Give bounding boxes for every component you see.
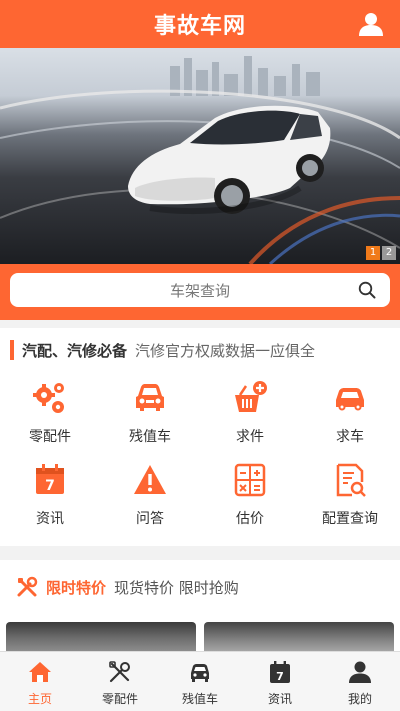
banner-image <box>0 56 400 264</box>
product-thumbnail[interactable] <box>204 622 394 651</box>
banner-carousel[interactable]: 1 2 <box>0 48 400 264</box>
car-front-icon <box>136 384 164 411</box>
feature-config-lookup[interactable]: 配置查询 <box>300 460 400 542</box>
product-thumbnail[interactable] <box>6 622 196 651</box>
user-icon <box>349 661 371 683</box>
app-title: 事故车网 <box>153 14 246 39</box>
calendar-icon: 7 <box>36 464 64 494</box>
car-icon <box>191 664 209 682</box>
calendar-icon: 7 <box>270 661 290 683</box>
tab-label: 资讯 <box>267 692 292 706</box>
tab-news[interactable]: 7 资讯 <box>240 652 320 711</box>
feature-news[interactable]: 7 资讯 <box>0 460 100 542</box>
banner-pager: 1 2 <box>366 246 396 260</box>
calculator-icon <box>234 463 266 497</box>
feature-label: 估价 <box>236 511 264 527</box>
document-search-icon <box>336 463 366 497</box>
tab-profile[interactable]: 我的 <box>320 652 400 711</box>
basket-plus-icon <box>235 381 267 412</box>
tab-label: 主页 <box>27 692 52 706</box>
feature-qa[interactable]: 问答 <box>100 460 200 542</box>
feature-section: 汽配、汽修必备 汽修官方权威数据一应俱全 零配件 残值车 求件 求车 7 资讯 … <box>0 328 400 546</box>
car-icon <box>336 388 364 411</box>
feature-request-car[interactable]: 求车 <box>300 378 400 460</box>
tools-icon <box>109 661 130 683</box>
vin-search-input[interactable]: 车架查询 <box>10 273 390 307</box>
feature-parts[interactable]: 零配件 <box>0 378 100 460</box>
search-icon[interactable] <box>358 281 376 299</box>
feature-label: 零配件 <box>29 429 71 445</box>
bottom-tab-bar: 主页 零配件 残值车 7 资讯 我的 <box>0 651 400 711</box>
feature-request-parts[interactable]: 求件 <box>200 378 300 460</box>
gears-icon <box>33 383 64 413</box>
flash-sale-heading: 限时特价 现货特价 限时抢购 <box>16 576 239 598</box>
app-screen: 事故车网 1 2 车架查询 汽配、汽修必备 汽修官方权威数据一应俱全 零配件 残… <box>0 0 400 711</box>
top-header: 事故车网 <box>0 0 400 48</box>
section-subtitle: 汽修官方权威数据一应俱全 <box>135 341 316 360</box>
search-placeholder: 车架查询 <box>169 281 230 300</box>
svg-text:7: 7 <box>276 670 284 683</box>
section-title: 汽配、汽修必备 <box>22 341 128 360</box>
tab-salvage-car[interactable]: 残值车 <box>160 652 240 711</box>
feature-label: 求件 <box>236 429 264 445</box>
tools-icon <box>17 576 38 597</box>
feature-label: 问答 <box>136 511 164 527</box>
pager-dot[interactable]: 2 <box>382 246 396 260</box>
pager-dot[interactable]: 1 <box>366 246 380 260</box>
search-bar-area: 车架查询 <box>0 264 400 320</box>
heading-accent-bar <box>10 340 14 360</box>
tab-label: 零配件 <box>101 692 138 706</box>
feature-salvage-car[interactable]: 残值车 <box>100 378 200 460</box>
tab-label: 我的 <box>347 692 372 706</box>
tab-home[interactable]: 主页 <box>0 652 80 711</box>
section-heading: 汽配、汽修必备 汽修官方权威数据一应俱全 <box>10 340 315 360</box>
feature-label: 求车 <box>336 429 364 445</box>
flash-sale-subtitle: 现货特价 限时抢购 <box>114 578 239 597</box>
feature-label: 配置查询 <box>322 511 378 527</box>
warning-icon <box>134 465 166 494</box>
flash-sale-title: 限时特价 <box>46 578 107 597</box>
user-icon[interactable] <box>358 11 384 37</box>
feature-grid: 零配件 残值车 求件 求车 7 资讯 问答 估价 配置查询 <box>0 378 400 542</box>
feature-valuation[interactable]: 估价 <box>200 460 300 542</box>
svg-text:7: 7 <box>45 478 55 494</box>
flash-sale-section: 限时特价 现货特价 限时抢购 <box>0 560 400 651</box>
feature-label: 资讯 <box>36 511 64 527</box>
tab-label: 残值车 <box>181 692 218 706</box>
home-icon <box>29 662 51 682</box>
feature-label: 残值车 <box>129 429 171 445</box>
tab-parts[interactable]: 零配件 <box>80 652 160 711</box>
